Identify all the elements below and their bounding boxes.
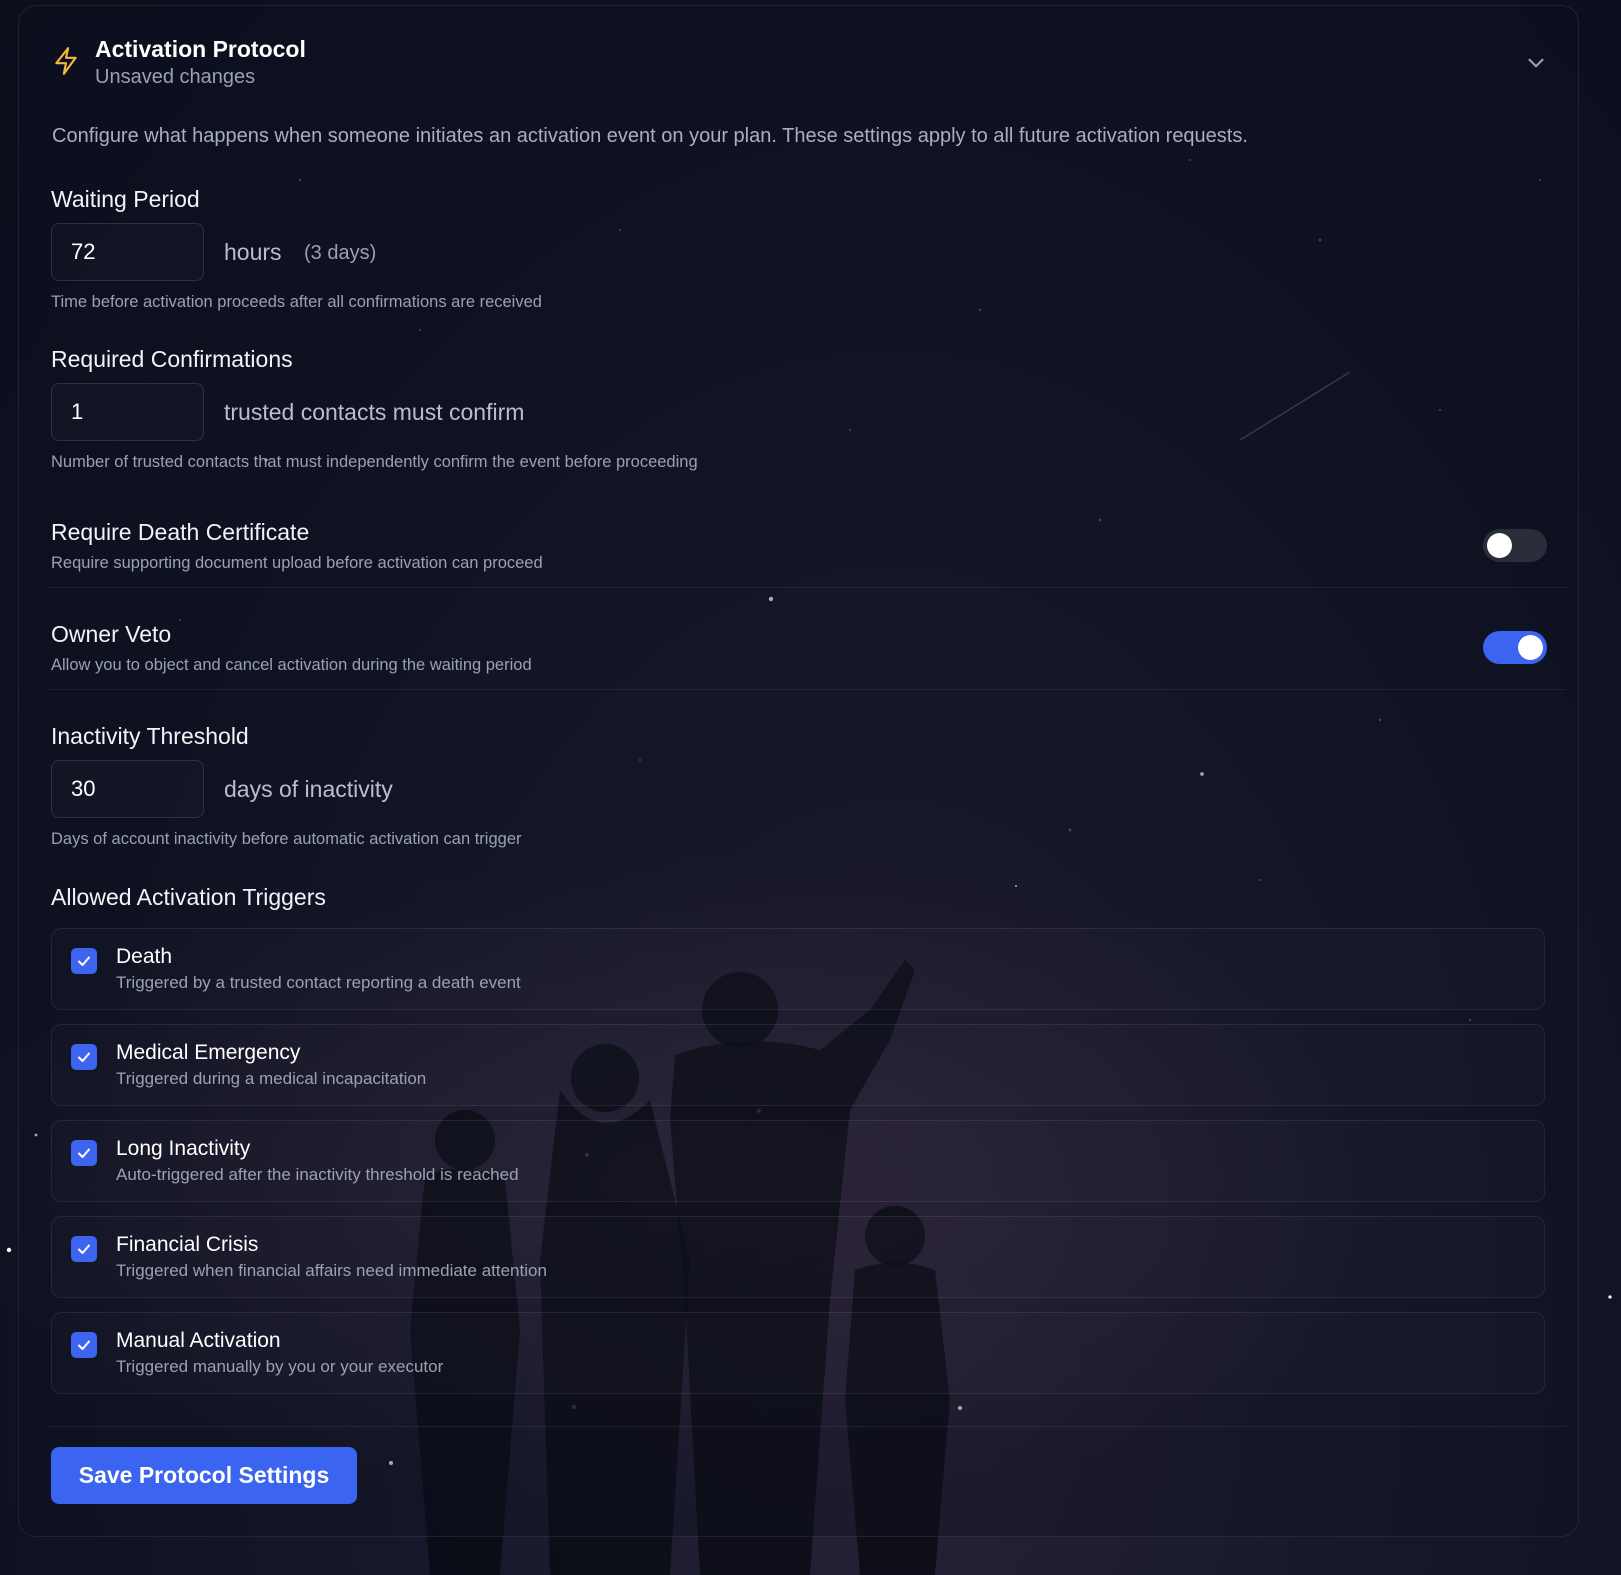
divider	[49, 587, 1566, 588]
trigger-manual-activation[interactable]: Manual Activation Triggered manually by …	[51, 1312, 1545, 1394]
toggle-knob	[1487, 533, 1512, 558]
trigger-checkbox[interactable]	[71, 1236, 97, 1262]
trigger-long-inactivity[interactable]: Long Inactivity Auto-triggered after the…	[51, 1120, 1545, 1202]
required-confirmations-input[interactable]	[51, 383, 204, 441]
trigger-medical-emergency[interactable]: Medical Emergency Triggered during a med…	[51, 1024, 1545, 1106]
toggle-knob	[1518, 635, 1543, 660]
waiting-period-label: Waiting Period	[51, 186, 200, 212]
owner-veto-title: Owner Veto	[51, 621, 172, 647]
trigger-name: Death	[116, 945, 173, 968]
trigger-name: Medical Emergency	[116, 1041, 301, 1064]
waiting-period-days-note: (3 days)	[304, 242, 377, 264]
waiting-period-unit: hours	[224, 239, 282, 265]
bolt-icon	[55, 47, 77, 75]
trigger-name: Financial Crisis	[116, 1233, 259, 1256]
check-icon	[78, 956, 90, 966]
waiting-period-help: Time before activation proceeds after al…	[51, 293, 542, 311]
trigger-death[interactable]: Death Triggered by a trusted contact rep…	[51, 928, 1545, 1010]
trigger-checkbox[interactable]	[71, 948, 97, 974]
death-certificate-title: Require Death Certificate	[51, 519, 310, 545]
trigger-name: Long Inactivity	[116, 1137, 251, 1160]
inactivity-threshold-label: Inactivity Threshold	[51, 723, 249, 749]
trigger-desc: Triggered when financial affairs need im…	[116, 1261, 547, 1280]
check-icon	[78, 1148, 90, 1158]
trigger-desc: Triggered during a medical incapacitatio…	[116, 1069, 427, 1088]
required-confirmations-label: Required Confirmations	[51, 346, 293, 372]
divider	[49, 689, 1566, 690]
check-icon	[78, 1244, 90, 1254]
unsaved-status: Unsaved changes	[95, 66, 256, 88]
inactivity-threshold-input[interactable]	[51, 760, 204, 818]
trigger-desc: Triggered manually by you or your execut…	[116, 1357, 444, 1376]
panel-description: Configure what happens when someone init…	[52, 125, 1248, 147]
trigger-checkbox[interactable]	[71, 1044, 97, 1070]
required-confirmations-unit: trusted contacts must confirm	[224, 399, 525, 425]
trigger-desc: Auto-triggered after the inactivity thre…	[116, 1165, 519, 1184]
activation-protocol-panel: Activation Protocol Unsaved changes Conf…	[18, 5, 1579, 1537]
save-protocol-settings-button[interactable]: Save Protocol Settings	[51, 1447, 357, 1504]
trigger-financial-crisis[interactable]: Financial Crisis Triggered when financia…	[51, 1216, 1545, 1298]
check-icon	[78, 1052, 90, 1062]
required-confirmations-help: Number of trusted contacts that must ind…	[51, 453, 698, 471]
check-icon	[78, 1340, 90, 1350]
allowed-triggers-label: Allowed Activation Triggers	[51, 884, 326, 910]
chevron-down-icon[interactable]	[1523, 50, 1549, 76]
trigger-checkbox[interactable]	[71, 1140, 97, 1166]
inactivity-threshold-help: Days of account inactivity before automa…	[51, 830, 522, 848]
inactivity-threshold-unit: days of inactivity	[224, 776, 393, 802]
trigger-desc: Triggered by a trusted contact reporting…	[116, 973, 521, 992]
death-certificate-desc: Require supporting document upload befor…	[51, 554, 543, 572]
panel-title: Activation Protocol	[95, 36, 306, 62]
trigger-checkbox[interactable]	[71, 1332, 97, 1358]
owner-veto-toggle[interactable]	[1483, 631, 1547, 664]
waiting-period-input[interactable]	[51, 223, 204, 281]
death-certificate-toggle[interactable]	[1483, 529, 1547, 562]
divider	[49, 1426, 1566, 1427]
owner-veto-desc: Allow you to object and cancel activatio…	[51, 656, 532, 674]
trigger-name: Manual Activation	[116, 1329, 281, 1352]
